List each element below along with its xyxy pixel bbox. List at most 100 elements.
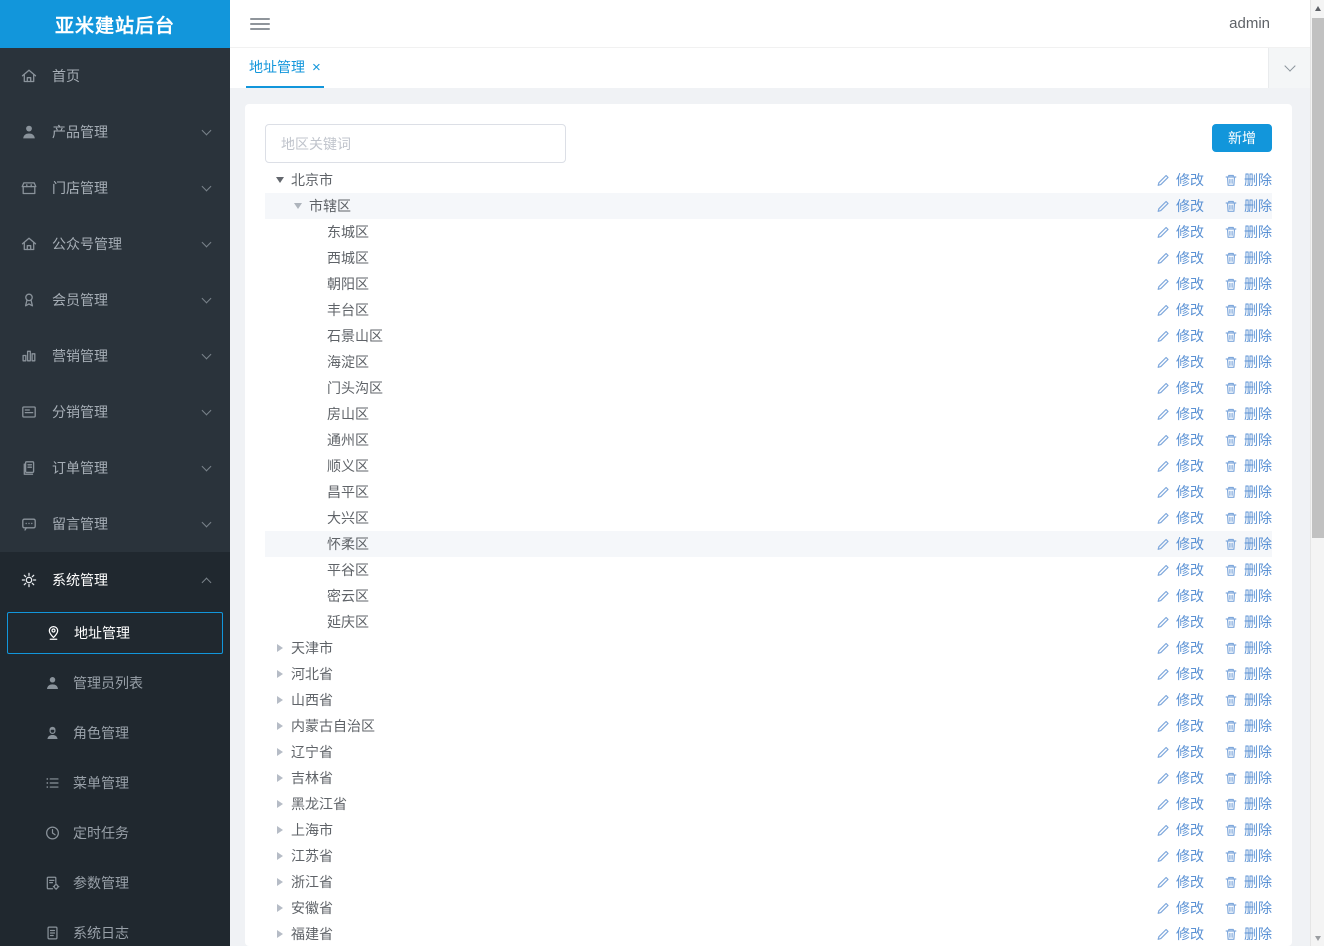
- delete-link[interactable]: 删除: [1224, 508, 1272, 528]
- expand-arrow-icon[interactable]: [273, 670, 287, 678]
- delete-link[interactable]: 删除: [1224, 248, 1272, 268]
- expand-arrow-icon[interactable]: [273, 748, 287, 756]
- delete-link[interactable]: 删除: [1224, 716, 1272, 736]
- tree-row[interactable]: 江苏省修改删除: [265, 843, 1272, 869]
- scroll-up-arrow-icon[interactable]: [1311, 1, 1324, 15]
- delete-link[interactable]: 删除: [1224, 924, 1272, 944]
- tab-close-icon[interactable]: ×: [312, 60, 321, 75]
- delete-link[interactable]: 删除: [1224, 534, 1272, 554]
- add-button[interactable]: 新增: [1212, 124, 1272, 152]
- tree-row[interactable]: 东城区修改删除: [265, 219, 1272, 245]
- edit-link[interactable]: 修改: [1156, 924, 1204, 944]
- edit-link[interactable]: 修改: [1156, 274, 1204, 294]
- tree-row[interactable]: 内蒙古自治区修改删除: [265, 713, 1272, 739]
- edit-link[interactable]: 修改: [1156, 248, 1204, 268]
- expand-arrow-icon[interactable]: [273, 878, 287, 886]
- tree-row[interactable]: 房山区修改删除: [265, 401, 1272, 427]
- expand-arrow-icon[interactable]: [273, 696, 287, 704]
- edit-link[interactable]: 修改: [1156, 794, 1204, 814]
- tree-row[interactable]: 上海市修改删除: [265, 817, 1272, 843]
- edit-link[interactable]: 修改: [1156, 872, 1204, 892]
- sidebar-subitem-cron[interactable]: 定时任务: [0, 808, 230, 858]
- tree-row[interactable]: 通州区修改删除: [265, 427, 1272, 453]
- delete-link[interactable]: 删除: [1224, 638, 1272, 658]
- edit-link[interactable]: 修改: [1156, 742, 1204, 762]
- edit-link[interactable]: 修改: [1156, 430, 1204, 450]
- edit-link[interactable]: 修改: [1156, 846, 1204, 866]
- edit-link[interactable]: 修改: [1156, 560, 1204, 580]
- sidebar-item-system[interactable]: 系统管理: [0, 552, 230, 608]
- tree-row[interactable]: 市辖区修改删除: [265, 193, 1272, 219]
- tree-row[interactable]: 石景山区修改删除: [265, 323, 1272, 349]
- tab-list-dropdown-button[interactable]: [1268, 48, 1310, 88]
- search-input[interactable]: [265, 124, 566, 163]
- delete-link[interactable]: 删除: [1224, 378, 1272, 398]
- delete-link[interactable]: 删除: [1224, 586, 1272, 606]
- edit-link[interactable]: 修改: [1156, 508, 1204, 528]
- tree-row[interactable]: 河北省修改删除: [265, 661, 1272, 687]
- edit-link[interactable]: 修改: [1156, 768, 1204, 788]
- tree-row[interactable]: 安徽省修改删除: [265, 895, 1272, 921]
- tree-row[interactable]: 辽宁省修改删除: [265, 739, 1272, 765]
- sidebar-item-message[interactable]: 留言管理: [0, 496, 230, 552]
- tree-row[interactable]: 山西省修改删除: [265, 687, 1272, 713]
- edit-link[interactable]: 修改: [1156, 456, 1204, 476]
- edit-link[interactable]: 修改: [1156, 378, 1204, 398]
- tree-row[interactable]: 门头沟区修改删除: [265, 375, 1272, 401]
- delete-link[interactable]: 删除: [1224, 612, 1272, 632]
- sidebar-subitem-log[interactable]: 系统日志: [0, 908, 230, 946]
- delete-link[interactable]: 删除: [1224, 274, 1272, 294]
- delete-link[interactable]: 删除: [1224, 664, 1272, 684]
- delete-link[interactable]: 删除: [1224, 872, 1272, 892]
- expand-arrow-icon[interactable]: [273, 852, 287, 860]
- delete-link[interactable]: 删除: [1224, 170, 1272, 190]
- expand-arrow-icon[interactable]: [273, 722, 287, 730]
- delete-link[interactable]: 删除: [1224, 794, 1272, 814]
- edit-link[interactable]: 修改: [1156, 222, 1204, 242]
- edit-link[interactable]: 修改: [1156, 612, 1204, 632]
- delete-link[interactable]: 删除: [1224, 222, 1272, 242]
- tree-row[interactable]: 延庆区修改删除: [265, 609, 1272, 635]
- expand-arrow-icon[interactable]: [273, 930, 287, 938]
- edit-link[interactable]: 修改: [1156, 898, 1204, 918]
- tree-row[interactable]: 平谷区修改删除: [265, 557, 1272, 583]
- expand-arrow-icon[interactable]: [273, 774, 287, 782]
- hamburger-menu-icon[interactable]: [250, 15, 270, 33]
- delete-link[interactable]: 删除: [1224, 456, 1272, 476]
- sidebar-item-marketing[interactable]: 营销管理: [0, 328, 230, 384]
- delete-link[interactable]: 删除: [1224, 326, 1272, 346]
- edit-link[interactable]: 修改: [1156, 820, 1204, 840]
- edit-link[interactable]: 修改: [1156, 664, 1204, 684]
- tree-row[interactable]: 大兴区修改删除: [265, 505, 1272, 531]
- sidebar-item-home[interactable]: 首页: [0, 48, 230, 104]
- sidebar-item-member[interactable]: 会员管理: [0, 272, 230, 328]
- delete-link[interactable]: 删除: [1224, 352, 1272, 372]
- sidebar-item-store[interactable]: 门店管理: [0, 160, 230, 216]
- tree-row[interactable]: 昌平区修改删除: [265, 479, 1272, 505]
- sidebar-item-order[interactable]: 订单管理: [0, 440, 230, 496]
- delete-link[interactable]: 删除: [1224, 300, 1272, 320]
- collapse-arrow-icon[interactable]: [291, 203, 305, 209]
- delete-link[interactable]: 删除: [1224, 768, 1272, 788]
- edit-link[interactable]: 修改: [1156, 326, 1204, 346]
- tree-row[interactable]: 西城区修改删除: [265, 245, 1272, 271]
- sidebar-item-product[interactable]: 产品管理: [0, 104, 230, 160]
- edit-link[interactable]: 修改: [1156, 586, 1204, 606]
- edit-link[interactable]: 修改: [1156, 170, 1204, 190]
- tree-row[interactable]: 浙江省修改删除: [265, 869, 1272, 895]
- page-scrollbar[interactable]: [1310, 0, 1324, 946]
- edit-link[interactable]: 修改: [1156, 352, 1204, 372]
- tree-row[interactable]: 吉林省修改删除: [265, 765, 1272, 791]
- tree-row[interactable]: 朝阳区修改删除: [265, 271, 1272, 297]
- sidebar-subitem-menu[interactable]: 菜单管理: [0, 758, 230, 808]
- delete-link[interactable]: 删除: [1224, 690, 1272, 710]
- edit-link[interactable]: 修改: [1156, 482, 1204, 502]
- delete-link[interactable]: 删除: [1224, 482, 1272, 502]
- delete-link[interactable]: 删除: [1224, 742, 1272, 762]
- delete-link[interactable]: 删除: [1224, 846, 1272, 866]
- edit-link[interactable]: 修改: [1156, 690, 1204, 710]
- tree-row[interactable]: 丰台区修改删除: [265, 297, 1272, 323]
- sidebar-item-wechat[interactable]: 公众号管理: [0, 216, 230, 272]
- tree-row[interactable]: 黑龙江省修改删除: [265, 791, 1272, 817]
- tree-row[interactable]: 北京市修改删除: [265, 167, 1272, 193]
